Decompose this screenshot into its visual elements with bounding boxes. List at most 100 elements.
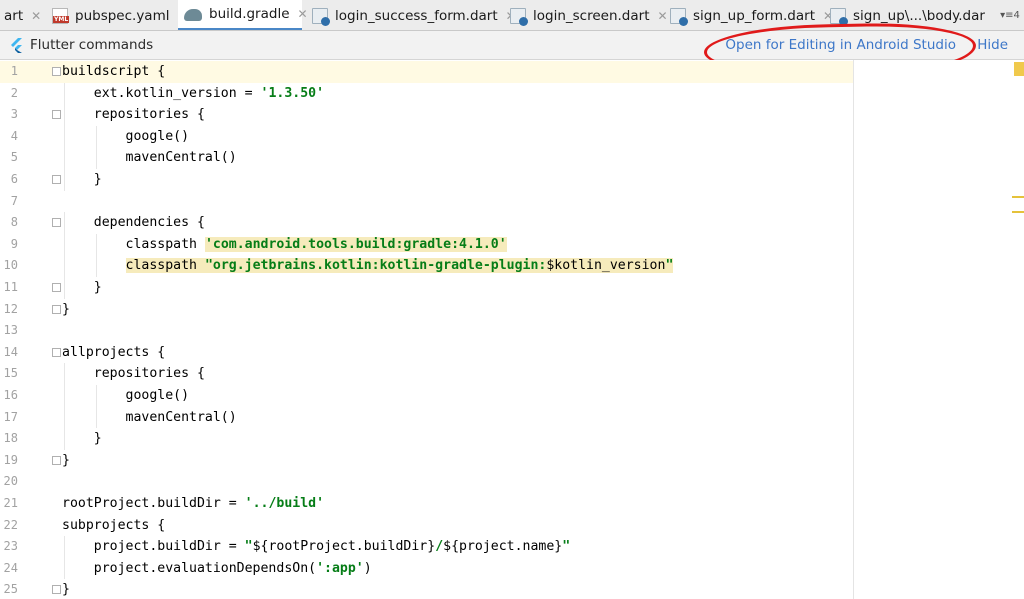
code-line[interactable]: 20 bbox=[0, 471, 853, 493]
line-number: 1 bbox=[10, 64, 18, 78]
code-text: classpath 'com.android.tools.build:gradl… bbox=[62, 234, 507, 256]
indent-guide bbox=[64, 82, 65, 105]
code-token: repositories { bbox=[93, 107, 205, 123]
indent-guide bbox=[64, 428, 65, 450]
code-text: } bbox=[62, 579, 70, 599]
line-number: 5 bbox=[10, 150, 18, 165]
code-line[interactable]: 25} bbox=[0, 579, 853, 599]
code-line[interactable]: 14 allprojects { bbox=[0, 342, 853, 364]
code-token: " bbox=[244, 539, 253, 555]
line-number: 17 bbox=[3, 409, 18, 424]
code-line[interactable]: 3 repositories { bbox=[0, 104, 853, 126]
code-text: repositories { bbox=[62, 104, 205, 126]
open-in-android-studio-link[interactable]: Open for Editing in Android Studio bbox=[725, 37, 956, 53]
code-token: / bbox=[435, 539, 444, 555]
code-line[interactable]: 12} bbox=[0, 299, 853, 321]
code-token: subprojects { bbox=[62, 517, 166, 533]
code-token: $kotlin_version bbox=[546, 258, 666, 274]
code-line[interactable]: 23 project.buildDir = "${rootProject.bui… bbox=[0, 536, 853, 558]
indent-guide bbox=[64, 557, 65, 580]
line-number: 4 bbox=[10, 128, 18, 143]
fold-marker-icon[interactable] bbox=[52, 455, 61, 465]
fold-marker-icon[interactable] bbox=[52, 175, 61, 184]
code-line[interactable]: 21 rootProject.buildDir = '../build' bbox=[0, 493, 853, 515]
code-line[interactable]: 9 classpath 'com.android.tools.build:gra… bbox=[0, 234, 853, 256]
code-line[interactable]: 6 } bbox=[0, 169, 853, 191]
code-token: } bbox=[62, 582, 70, 598]
tab-sign-up-form-dart[interactable]: sign_up_form.dart ✕ bbox=[664, 0, 833, 30]
tab-build-gradle[interactable]: build.gradle ✕ bbox=[178, 0, 308, 30]
dart-file-icon bbox=[670, 7, 688, 26]
code-line[interactable]: 5 mavenCentral() bbox=[0, 147, 853, 169]
tab-pubspec-yaml[interactable]: pubspec.yaml✕ bbox=[46, 0, 188, 30]
tab-login-screen-dart[interactable]: login_screen.dart ✕ bbox=[504, 0, 668, 30]
code-line[interactable]: 24 project.evaluationDependsOn(':app') bbox=[0, 558, 853, 580]
line-number: 22 bbox=[3, 517, 18, 532]
code-text: project.evaluationDependsOn(':app') bbox=[62, 558, 372, 580]
code-text: mavenCentral() bbox=[62, 407, 237, 429]
code-line[interactable]: 15 repositories { bbox=[0, 363, 853, 385]
fold-marker-icon[interactable] bbox=[52, 304, 61, 314]
warning-marker[interactable] bbox=[1012, 211, 1024, 213]
fold-marker-icon[interactable] bbox=[52, 347, 61, 357]
code-token: rootProject.buildDir = bbox=[62, 496, 245, 511]
code-line[interactable]: 4 google() bbox=[0, 126, 853, 148]
tab-sign-up-body-dar[interactable]: sign_up\...\body.dar bbox=[824, 0, 1004, 30]
dart-file-icon bbox=[510, 7, 528, 26]
fold-marker-icon[interactable] bbox=[52, 67, 61, 76]
code-token: '../build' bbox=[244, 496, 325, 511]
tab-art[interactable]: art ✕ bbox=[0, 0, 41, 30]
indent-guide bbox=[64, 104, 65, 126]
tab-label: pubspec.yaml bbox=[75, 7, 170, 24]
code-text: subprojects { bbox=[62, 515, 165, 537]
code-line[interactable]: 18 } bbox=[0, 428, 853, 450]
flutter-icon bbox=[11, 38, 22, 53]
tab-label: login_screen.dart bbox=[533, 7, 650, 24]
editor-scrollbar[interactable] bbox=[1014, 60, 1024, 599]
code-line[interactable]: 11 } bbox=[0, 277, 853, 299]
line-number: 19 bbox=[3, 452, 18, 467]
code-line[interactable]: 1 buildscript { bbox=[0, 61, 853, 83]
code-token: ) bbox=[363, 560, 372, 576]
warning-marker[interactable] bbox=[1012, 196, 1024, 198]
code-token: "org.jetbrains.kotlin:kotlin-gradle-plug… bbox=[204, 258, 547, 274]
code-line[interactable]: 2 ext.kotlin_version = '1.3.50' bbox=[0, 83, 853, 105]
code-token: } bbox=[62, 301, 70, 317]
hide-banner-link[interactable]: Hide bbox=[977, 37, 1008, 53]
close-tab-icon[interactable]: ✕ bbox=[31, 9, 41, 23]
code-line[interactable]: 22 subprojects { bbox=[0, 515, 853, 537]
code-editor[interactable]: 1 buildscript {2 ext.kotlin_version = '1.… bbox=[0, 60, 1024, 599]
indent-guide bbox=[64, 255, 65, 277]
code-text: ext.kotlin_version = '1.3.50' bbox=[62, 83, 324, 105]
code-line[interactable]: 7 bbox=[0, 191, 853, 213]
fold-marker-icon[interactable] bbox=[52, 585, 61, 595]
tab-label: login_success_form.dart bbox=[335, 7, 498, 24]
fold-marker-icon[interactable] bbox=[52, 283, 61, 292]
line-number: 21 bbox=[3, 496, 18, 510]
code-token: classpath bbox=[125, 236, 205, 252]
line-number: 23 bbox=[3, 539, 18, 554]
code-text: } bbox=[62, 450, 70, 472]
code-text: google() bbox=[62, 126, 190, 148]
code-line[interactable]: 13 bbox=[0, 320, 853, 342]
banner-title: Flutter commands bbox=[30, 37, 154, 53]
code-text: project.buildDir = "${rootProject.buildD… bbox=[62, 536, 570, 558]
code-line[interactable]: 16 google() bbox=[0, 385, 853, 407]
code-line[interactable]: 10 classpath "org.jetbrains.kotlin:kotli… bbox=[0, 255, 853, 277]
line-number: 7 bbox=[10, 193, 18, 208]
fold-marker-icon[interactable] bbox=[52, 110, 61, 120]
code-text: } bbox=[62, 428, 102, 450]
line-number: 25 bbox=[3, 582, 18, 597]
code-line[interactable]: 8 dependencies { bbox=[0, 212, 853, 234]
code-text: } bbox=[62, 169, 102, 191]
scrollbar-thumb[interactable] bbox=[1014, 62, 1024, 76]
code-token: ':app' bbox=[316, 560, 364, 576]
indent-guide bbox=[64, 169, 65, 191]
code-text: } bbox=[62, 299, 70, 321]
code-line[interactable]: 19} bbox=[0, 450, 853, 472]
tab-label: sign_up_form.dart bbox=[693, 7, 815, 24]
code-line[interactable]: 17 mavenCentral() bbox=[0, 407, 853, 429]
fold-marker-icon[interactable] bbox=[52, 218, 61, 228]
tab-login-success-form-dart[interactable]: login_success_form.dart✕ bbox=[306, 0, 516, 30]
code-token: ${project.name} bbox=[443, 539, 563, 555]
